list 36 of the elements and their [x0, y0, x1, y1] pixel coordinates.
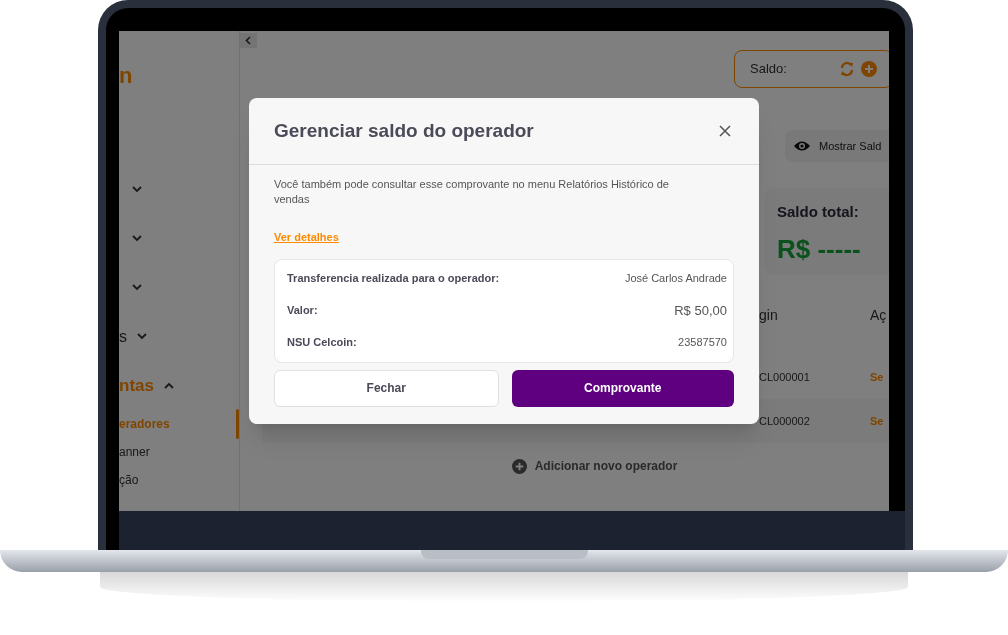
add-circle-icon[interactable] — [861, 61, 877, 77]
add-circle-icon — [511, 458, 527, 474]
detail-label: Valor: — [287, 303, 318, 319]
chevron-down-icon — [137, 333, 147, 340]
refresh-icon[interactable] — [839, 61, 855, 77]
modal-title: Gerenciar saldo do operador — [274, 118, 534, 143]
sidebar-subitem[interactable]: ção — [119, 466, 239, 494]
detail-label: NSU Celcoin: — [287, 335, 357, 351]
close-icon[interactable] — [719, 125, 731, 137]
detail-label: Transferencia realizada para o operador: — [287, 271, 500, 287]
column-header: Aç — [870, 305, 887, 325]
modal-message: Você também pode consultar esse comprovante no menu Relatórios Histórico de vendas — [274, 177, 670, 207]
active-indicator — [236, 409, 239, 439]
total-balance-value: R$ ----- — [777, 232, 862, 266]
balance-label: Saldo: — [750, 60, 788, 79]
add-operator-button[interactable]: Adicionar novo operador — [511, 457, 678, 475]
chevron-up-icon — [163, 382, 174, 389]
chevron-down-icon — [132, 284, 142, 291]
chevron-left-icon — [245, 36, 252, 45]
total-balance-title: Saldo total: — [777, 202, 860, 222]
collapse-button[interactable] — [240, 33, 257, 48]
table-cell-text: CL000001 — [759, 369, 811, 385]
detail-value: R$ 50,00 — [674, 301, 727, 320]
sidebar-subitem[interactable]: anner — [119, 438, 239, 466]
chevron-down-icon — [132, 235, 142, 242]
detail-value: 23587570 — [678, 335, 727, 351]
chevron-down-icon — [132, 186, 142, 193]
detail-value: José Carlos Andrade — [624, 271, 727, 287]
show-balance-button[interactable]: Mostrar Sald — [785, 130, 889, 162]
eye-icon — [793, 140, 811, 152]
column-header: gin — [759, 305, 779, 325]
receipt-button[interactable]: Comprovante — [511, 369, 734, 407]
table-cell-text: CL000002 — [759, 413, 811, 429]
sidebar-item[interactable]: s — [119, 312, 239, 361]
logo: n — [119, 63, 134, 89]
close-button[interactable]: Fechar — [274, 369, 499, 407]
